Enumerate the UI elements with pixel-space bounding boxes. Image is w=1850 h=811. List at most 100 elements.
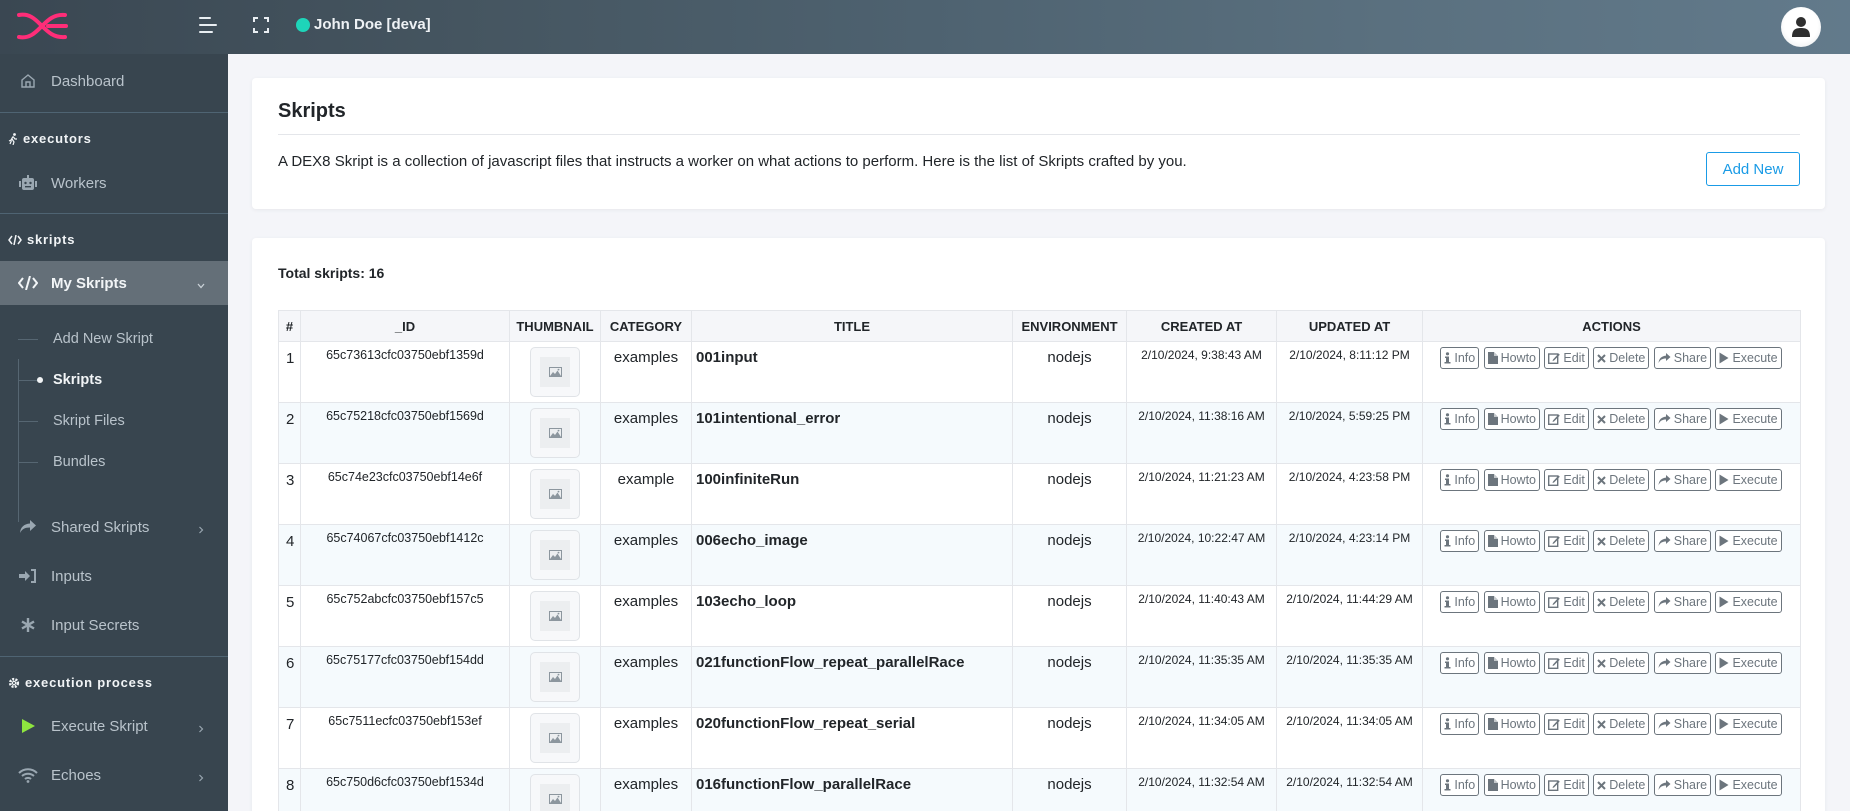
execute-button[interactable]: Execute [1715,408,1782,430]
info-button[interactable]: Info [1440,713,1480,735]
delete-button[interactable]: Delete [1593,408,1650,430]
execute-button[interactable]: Execute [1715,347,1782,369]
table-row: 3 65c74e23cfc03750ebf14e6f example 100in… [278,463,1801,525]
sidebar-item-workers[interactable]: Workers [0,161,228,205]
execute-button[interactable]: Execute [1715,713,1782,735]
column-header-number[interactable]: # [278,310,301,342]
skript-id: 65c73613cfc03750ebf1359d [300,341,510,403]
info-button[interactable]: Info [1440,591,1480,613]
share-button[interactable]: Share [1653,591,1712,613]
delete-button[interactable]: Delete [1593,530,1650,552]
column-header-category[interactable]: CATEGORY [600,310,692,342]
share-button[interactable]: Share [1653,347,1712,369]
thumbnail-image[interactable] [530,713,580,763]
column-header-thumbnail[interactable]: THUMBNAIL [509,310,601,342]
action-label: Delete [1609,656,1646,670]
howto-button[interactable]: Howto [1483,408,1541,430]
user-status[interactable]: John Doe [deva] [296,16,431,33]
sidebar-divider [0,112,228,113]
submenu-item-add-new-skript[interactable]: Add New Skript [18,324,228,354]
howto-button[interactable]: Howto [1483,469,1541,491]
column-header-id[interactable]: _ID [300,310,510,342]
edit-button[interactable]: Edit [1544,469,1589,491]
delete-button[interactable]: Delete [1593,713,1650,735]
howto-button[interactable]: Howto [1483,652,1541,674]
edit-button[interactable]: Edit [1544,347,1589,369]
column-header-updated-at[interactable]: UPDATED AT [1276,310,1423,342]
howto-button[interactable]: Howto [1483,591,1541,613]
edit-button[interactable]: Edit [1544,530,1589,552]
image-placeholder-icon [548,428,562,438]
thumbnail-image[interactable] [530,591,580,641]
info-button[interactable]: Info [1440,469,1480,491]
sidebar-item-dashboard[interactable]: Dashboard [0,59,228,103]
close-icon [1597,597,1606,607]
column-header-created-at[interactable]: CREATED AT [1126,310,1277,342]
play-icon [1719,779,1729,791]
share-button[interactable]: Share [1653,530,1712,552]
thumbnail-image[interactable] [530,408,580,458]
skripts-table-card: Total skripts: 16 # _ID THUMBNAIL CATEGO… [252,238,1825,811]
info-button[interactable]: Info [1440,347,1480,369]
thumbnail-image[interactable] [530,652,580,702]
info-button[interactable]: Info [1440,530,1480,552]
howto-button[interactable]: Howto [1483,774,1541,796]
share-button[interactable]: Share [1653,408,1712,430]
share-button[interactable]: Share [1653,469,1712,491]
howto-button[interactable]: Howto [1483,347,1541,369]
delete-button[interactable]: Delete [1593,469,1650,491]
sidebar-item-execute-skript[interactable]: Execute Skript [0,704,228,748]
column-header-title[interactable]: TITLE [691,310,1013,342]
edit-button[interactable]: Edit [1544,774,1589,796]
delete-button[interactable]: Delete [1593,347,1650,369]
action-label: Edit [1563,656,1585,670]
thumbnail-image[interactable] [530,530,580,580]
sidebar-item-echoes[interactable]: Echoes [0,753,228,797]
user-avatar-icon[interactable] [1781,7,1821,47]
skript-title: 001input [691,341,1013,403]
share-button[interactable]: Share [1653,774,1712,796]
howto-button[interactable]: Howto [1483,530,1541,552]
skript-environment: nodejs [1012,341,1127,403]
submenu-item-skript-files[interactable]: Skript Files [18,406,228,436]
share-button[interactable]: Share [1653,713,1712,735]
howto-button[interactable]: Howto [1483,713,1541,735]
edit-button[interactable]: Edit [1544,713,1589,735]
skript-created-at: 2/10/2024, 11:38:16 AM [1126,402,1277,464]
dex8-logo-icon[interactable] [16,10,68,42]
info-button[interactable]: Info [1440,652,1480,674]
row-actions: Info Howto Edit Delete Share Execute [1422,646,1801,708]
share-button[interactable]: Share [1653,652,1712,674]
execute-button[interactable]: Execute [1715,530,1782,552]
delete-button[interactable]: Delete [1593,774,1650,796]
execute-button[interactable]: Execute [1715,652,1782,674]
info-button[interactable]: Info [1440,408,1480,430]
section-executors: executors [8,131,92,146]
edit-button[interactable]: Edit [1544,591,1589,613]
submenu-item-skripts[interactable]: Skripts [18,365,228,395]
hamburger-menu-icon[interactable] [199,17,219,35]
submenu-item-bundles[interactable]: Bundles [18,447,228,477]
thumbnail-image[interactable] [530,774,580,811]
sidebar-item-inputs[interactable]: Inputs [0,554,228,598]
edit-button[interactable]: Edit [1544,408,1589,430]
info-button[interactable]: Info [1440,774,1480,796]
close-icon [1597,780,1606,790]
execute-button[interactable]: Execute [1715,591,1782,613]
sidebar-item-shared-skripts[interactable]: Shared Skripts [0,505,228,549]
column-header-environment[interactable]: ENVIRONMENT [1012,310,1127,342]
row-number: 5 [278,585,301,647]
delete-button[interactable]: Delete [1593,652,1650,674]
fullscreen-icon[interactable] [253,17,269,33]
thumbnail-image[interactable] [530,469,580,519]
thumbnail-image[interactable] [530,347,580,397]
execute-button[interactable]: Execute [1715,774,1782,796]
add-new-button[interactable]: Add New [1706,152,1800,186]
execute-button[interactable]: Execute [1715,469,1782,491]
sidebar-item-my-skripts[interactable]: My Skripts [0,261,228,305]
delete-button[interactable]: Delete [1593,591,1650,613]
sidebar-item-input-secrets[interactable]: Input Secrets [0,603,228,647]
skript-id: 65c750d6cfc03750ebf1534d [300,768,510,811]
edit-button[interactable]: Edit [1544,652,1589,674]
skript-created-at: 2/10/2024, 11:21:23 AM [1126,463,1277,525]
